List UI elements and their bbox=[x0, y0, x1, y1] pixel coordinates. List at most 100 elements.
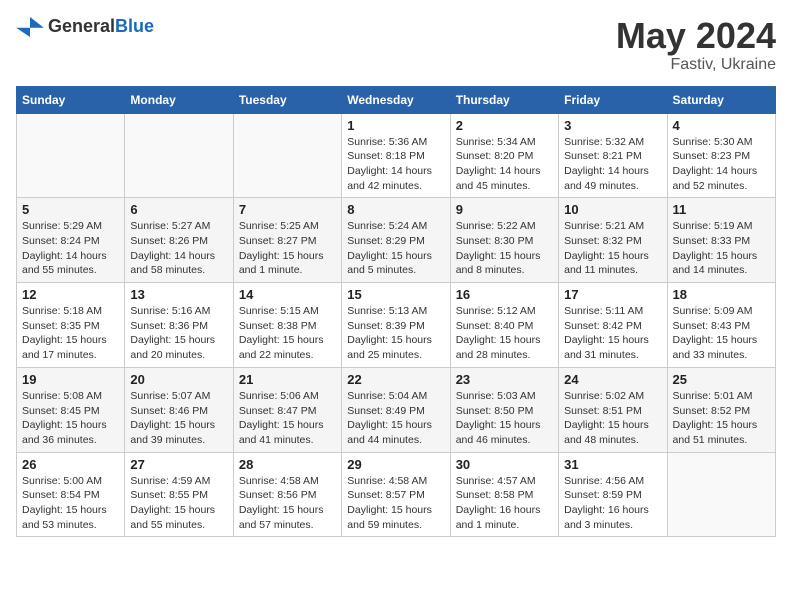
day-number: 3 bbox=[564, 118, 661, 133]
day-number: 17 bbox=[564, 287, 661, 302]
weekday-header-wednesday: Wednesday bbox=[342, 86, 450, 113]
weekday-header-sunday: Sunday bbox=[17, 86, 125, 113]
day-info: Sunrise: 5:06 AMSunset: 8:47 PMDaylight:… bbox=[239, 389, 336, 448]
day-number: 10 bbox=[564, 202, 661, 217]
day-info: Sunrise: 4:59 AMSunset: 8:55 PMDaylight:… bbox=[130, 474, 227, 533]
calendar-cell: 16 Sunrise: 5:12 AMSunset: 8:40 PMDayligh… bbox=[450, 283, 558, 368]
calendar-week-3: 12 Sunrise: 5:18 AMSunset: 8:35 PMDayligh… bbox=[17, 283, 776, 368]
day-info: Sunrise: 5:18 AMSunset: 8:35 PMDaylight:… bbox=[22, 304, 119, 363]
calendar-cell: 19 Sunrise: 5:08 AMSunset: 8:45 PMDayligh… bbox=[17, 367, 125, 452]
day-info: Sunrise: 5:08 AMSunset: 8:45 PMDaylight:… bbox=[22, 389, 119, 448]
calendar-cell bbox=[17, 113, 125, 198]
day-number: 4 bbox=[673, 118, 770, 133]
calendar-cell: 10 Sunrise: 5:21 AMSunset: 8:32 PMDayligh… bbox=[559, 198, 667, 283]
calendar-cell: 3 Sunrise: 5:32 AMSunset: 8:21 PMDaylight… bbox=[559, 113, 667, 198]
day-number: 30 bbox=[456, 457, 553, 472]
calendar-week-5: 26Sunrise: 5:00 AMSunset: 8:54 PMDayligh… bbox=[17, 452, 776, 537]
day-info: Sunrise: 5:21 AMSunset: 8:32 PMDaylight:… bbox=[564, 219, 661, 278]
calendar-cell: 14 Sunrise: 5:15 AMSunset: 8:38 PMDayligh… bbox=[233, 283, 341, 368]
day-info: Sunrise: 5:04 AMSunset: 8:49 PMDaylight:… bbox=[347, 389, 444, 448]
weekday-header-monday: Monday bbox=[125, 86, 233, 113]
day-info: Sunrise: 5:01 AMSunset: 8:52 PMDaylight:… bbox=[673, 389, 770, 448]
day-number: 23 bbox=[456, 372, 553, 387]
day-info: Sunrise: 5:15 AMSunset: 8:38 PMDaylight:… bbox=[239, 304, 336, 363]
page-header: GeneralBlue May 2024 Fastiv, Ukraine bbox=[16, 16, 776, 74]
calendar-cell: 22 Sunrise: 5:04 AMSunset: 8:49 PMDayligh… bbox=[342, 367, 450, 452]
day-info: Sunrise: 5:09 AMSunset: 8:43 PMDaylight:… bbox=[673, 304, 770, 363]
logo-icon bbox=[16, 17, 44, 37]
day-info: Sunrise: 5:34 AMSunset: 8:20 PMDaylight:… bbox=[456, 135, 553, 194]
calendar-cell: 13 Sunrise: 5:16 AMSunset: 8:36 PMDayligh… bbox=[125, 283, 233, 368]
calendar-cell: 6Sunrise: 5:27 AMSunset: 8:26 PMDaylight… bbox=[125, 198, 233, 283]
day-info: Sunrise: 5:36 AMSunset: 8:18 PMDaylight:… bbox=[347, 135, 444, 194]
weekday-header-thursday: Thursday bbox=[450, 86, 558, 113]
day-number: 22 bbox=[347, 372, 444, 387]
weekday-header-friday: Friday bbox=[559, 86, 667, 113]
day-number: 9 bbox=[456, 202, 553, 217]
day-number: 31 bbox=[564, 457, 661, 472]
day-info: Sunrise: 5:29 AMSunset: 8:24 PMDaylight:… bbox=[22, 219, 119, 278]
day-number: 29 bbox=[347, 457, 444, 472]
calendar-cell: 20 Sunrise: 5:07 AMSunset: 8:46 PMDayligh… bbox=[125, 367, 233, 452]
day-info: Sunrise: 5:19 AMSunset: 8:33 PMDaylight:… bbox=[673, 219, 770, 278]
calendar-cell: 18 Sunrise: 5:09 AMSunset: 8:43 PMDayligh… bbox=[667, 283, 775, 368]
calendar-week-2: 5Sunrise: 5:29 AMSunset: 8:24 PMDaylight… bbox=[17, 198, 776, 283]
day-number: 16 bbox=[456, 287, 553, 302]
day-number: 18 bbox=[673, 287, 770, 302]
calendar-cell: 23Sunrise: 5:03 AMSunset: 8:50 PMDayligh… bbox=[450, 367, 558, 452]
day-number: 28 bbox=[239, 457, 336, 472]
calendar-cell: 12 Sunrise: 5:18 AMSunset: 8:35 PMDayligh… bbox=[17, 283, 125, 368]
day-number: 1 bbox=[347, 118, 444, 133]
calendar-week-1: 1 Sunrise: 5:36 AMSunset: 8:18 PMDaylight… bbox=[17, 113, 776, 198]
day-info: Sunrise: 5:25 AMSunset: 8:27 PMDaylight:… bbox=[239, 219, 336, 278]
day-number: 21 bbox=[239, 372, 336, 387]
day-info: Sunrise: 4:57 AMSunset: 8:58 PMDaylight:… bbox=[456, 474, 553, 533]
day-info: Sunrise: 4:58 AMSunset: 8:56 PMDaylight:… bbox=[239, 474, 336, 533]
calendar-cell: 26Sunrise: 5:00 AMSunset: 8:54 PMDayligh… bbox=[17, 452, 125, 537]
day-info: Sunrise: 5:13 AMSunset: 8:39 PMDaylight:… bbox=[347, 304, 444, 363]
day-number: 7 bbox=[239, 202, 336, 217]
day-info: Sunrise: 5:07 AMSunset: 8:46 PMDaylight:… bbox=[130, 389, 227, 448]
title-block: May 2024 Fastiv, Ukraine bbox=[616, 16, 776, 74]
calendar-cell: 8Sunrise: 5:24 AMSunset: 8:29 PMDaylight… bbox=[342, 198, 450, 283]
day-info: Sunrise: 5:16 AMSunset: 8:36 PMDaylight:… bbox=[130, 304, 227, 363]
calendar-cell: 21 Sunrise: 5:06 AMSunset: 8:47 PMDayligh… bbox=[233, 367, 341, 452]
calendar-cell: 31 Sunrise: 4:56 AMSunset: 8:59 PMDayligh… bbox=[559, 452, 667, 537]
calendar-cell: 27 Sunrise: 4:59 AMSunset: 8:55 PMDayligh… bbox=[125, 452, 233, 537]
day-number: 15 bbox=[347, 287, 444, 302]
calendar-cell: 29 Sunrise: 4:58 AMSunset: 8:57 PMDayligh… bbox=[342, 452, 450, 537]
calendar-cell: 11 Sunrise: 5:19 AMSunset: 8:33 PMDayligh… bbox=[667, 198, 775, 283]
calendar-cell: 15 Sunrise: 5:13 AMSunset: 8:39 PMDayligh… bbox=[342, 283, 450, 368]
day-number: 11 bbox=[673, 202, 770, 217]
main-title: May 2024 bbox=[616, 16, 776, 56]
calendar-cell: 2 Sunrise: 5:34 AMSunset: 8:20 PMDaylight… bbox=[450, 113, 558, 198]
day-number: 14 bbox=[239, 287, 336, 302]
day-info: Sunrise: 5:24 AMSunset: 8:29 PMDaylight:… bbox=[347, 219, 444, 278]
logo-text-blue: Blue bbox=[115, 16, 154, 36]
calendar-week-4: 19 Sunrise: 5:08 AMSunset: 8:45 PMDayligh… bbox=[17, 367, 776, 452]
day-number: 13 bbox=[130, 287, 227, 302]
location-subtitle: Fastiv, Ukraine bbox=[616, 56, 776, 74]
day-number: 20 bbox=[130, 372, 227, 387]
calendar-cell bbox=[233, 113, 341, 198]
day-number: 12 bbox=[22, 287, 119, 302]
calendar-table: SundayMondayTuesdayWednesdayThursdayFrid… bbox=[16, 86, 776, 538]
day-info: Sunrise: 4:58 AMSunset: 8:57 PMDaylight:… bbox=[347, 474, 444, 533]
calendar-cell: 4 Sunrise: 5:30 AMSunset: 8:23 PMDaylight… bbox=[667, 113, 775, 198]
day-info: Sunrise: 5:30 AMSunset: 8:23 PMDaylight:… bbox=[673, 135, 770, 194]
day-number: 27 bbox=[130, 457, 227, 472]
calendar-cell: 24 Sunrise: 5:02 AMSunset: 8:51 PMDayligh… bbox=[559, 367, 667, 452]
day-number: 24 bbox=[564, 372, 661, 387]
logo-text-general: General bbox=[48, 16, 115, 36]
day-number: 2 bbox=[456, 118, 553, 133]
day-info: Sunrise: 5:32 AMSunset: 8:21 PMDaylight:… bbox=[564, 135, 661, 194]
day-info: Sunrise: 5:22 AMSunset: 8:30 PMDaylight:… bbox=[456, 219, 553, 278]
day-info: Sunrise: 4:56 AMSunset: 8:59 PMDaylight:… bbox=[564, 474, 661, 533]
weekday-header-saturday: Saturday bbox=[667, 86, 775, 113]
day-info: Sunrise: 5:02 AMSunset: 8:51 PMDaylight:… bbox=[564, 389, 661, 448]
calendar-cell bbox=[125, 113, 233, 198]
calendar-cell: 9 Sunrise: 5:22 AMSunset: 8:30 PMDaylight… bbox=[450, 198, 558, 283]
calendar-cell: 5Sunrise: 5:29 AMSunset: 8:24 PMDaylight… bbox=[17, 198, 125, 283]
day-number: 19 bbox=[22, 372, 119, 387]
day-info: Sunrise: 5:12 AMSunset: 8:40 PMDaylight:… bbox=[456, 304, 553, 363]
